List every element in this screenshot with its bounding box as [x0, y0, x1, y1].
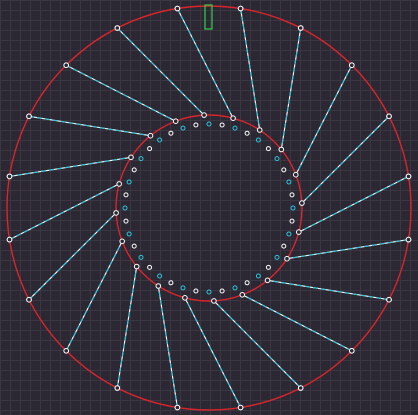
inner-dot[interactable]	[265, 146, 271, 152]
inner-dot[interactable]	[157, 273, 163, 279]
inner-endpoint-handle[interactable]	[155, 283, 162, 289]
inner-endpoint-handle[interactable]	[284, 255, 290, 262]
inner-dot[interactable]	[232, 285, 238, 291]
inner-dot[interactable]	[147, 146, 153, 152]
inner-endpoint-handle[interactable]	[230, 115, 236, 121]
inner-endpoint-handle[interactable]	[119, 238, 125, 245]
outer-endpoint-handle[interactable]	[405, 173, 412, 180]
inner-dot[interactable]	[219, 122, 225, 128]
inner-dot[interactable]	[274, 254, 280, 260]
inner-dot[interactable]	[290, 205, 296, 211]
inner-dot[interactable]	[126, 179, 132, 185]
inner-dot[interactable]	[147, 264, 153, 270]
link-lines	[9, 8, 409, 408]
inner-endpoint-handle[interactable]	[182, 295, 188, 301]
inner-dot[interactable]	[265, 264, 271, 270]
inner-dot[interactable]	[281, 167, 287, 173]
inner-endpoint-handle[interactable]	[147, 132, 154, 139]
inner-endpoint-handle[interactable]	[133, 263, 140, 270]
outer-endpoint-handle[interactable]	[26, 296, 32, 303]
inner-dot[interactable]	[244, 130, 250, 136]
inner-dot[interactable]	[122, 205, 128, 211]
inner-endpoint-handle[interactable]	[278, 146, 285, 153]
outer-endpoint-handle[interactable]	[63, 62, 69, 68]
inner-dot[interactable]	[180, 125, 186, 131]
inner-dot[interactable]	[157, 137, 163, 143]
inner-dot[interactable]	[131, 167, 137, 173]
outer-endpoint-handle[interactable]	[114, 25, 121, 31]
inner-endpoint-handle[interactable]	[116, 181, 122, 187]
inner-dot[interactable]	[281, 243, 287, 249]
inner-dot[interactable]	[168, 280, 174, 286]
inner-dot[interactable]	[168, 130, 174, 136]
inner-dot[interactable]	[286, 179, 292, 185]
inner-dot[interactable]	[244, 280, 250, 286]
outer-endpoint-handle[interactable]	[6, 173, 13, 180]
outer-endpoint-handle[interactable]	[349, 348, 355, 354]
inner-endpoint-handle[interactable]	[113, 210, 119, 216]
cad-viewport[interactable]	[0, 0, 418, 415]
inner-dot[interactable]	[219, 288, 225, 294]
outer-endpoint-handle[interactable]	[174, 404, 181, 411]
inner-dot[interactable]	[123, 192, 129, 198]
inner-dot[interactable]	[206, 289, 212, 295]
inner-dot[interactable]	[206, 121, 212, 127]
outer-endpoint-handle[interactable]	[174, 5, 181, 12]
ring-drawing[interactable]	[0, 0, 418, 415]
outer-endpoint-handle[interactable]	[6, 236, 13, 243]
inner-dot[interactable]	[131, 243, 137, 249]
outer-endpoint-handle[interactable]	[297, 385, 304, 391]
outer-endpoint-handle[interactable]	[237, 5, 244, 12]
inner-dot[interactable]	[123, 218, 129, 224]
outer-endpoint-handle[interactable]	[63, 348, 69, 354]
inner-dot[interactable]	[274, 156, 280, 162]
inner-endpoint-handle[interactable]	[299, 200, 305, 206]
outer-endpoint-handle[interactable]	[237, 404, 244, 411]
inner-endpoint-handle[interactable]	[172, 118, 179, 124]
inner-endpoint-handle[interactable]	[201, 112, 207, 118]
inner-dots	[122, 121, 296, 295]
inner-endpoint-handle[interactable]	[128, 154, 134, 161]
inner-dot[interactable]	[286, 231, 292, 237]
inner-endpoint-handle[interactable]	[211, 298, 217, 304]
endpoint-handles	[6, 5, 412, 411]
outer-endpoint-handle[interactable]	[297, 25, 304, 31]
inner-endpoint-handle[interactable]	[239, 292, 246, 298]
inner-dot[interactable]	[126, 231, 132, 237]
outer-endpoint-handle[interactable]	[386, 296, 392, 303]
outer-endpoint-handle[interactable]	[349, 62, 355, 68]
inner-dot[interactable]	[138, 156, 144, 162]
selection-marker[interactable]	[204, 4, 213, 30]
inner-dot[interactable]	[193, 288, 199, 294]
inner-dot[interactable]	[180, 285, 186, 291]
inner-endpoint-handle[interactable]	[293, 171, 299, 178]
inner-endpoint-handle[interactable]	[264, 277, 271, 284]
inner-dot[interactable]	[193, 122, 199, 128]
inner-endpoint-handle[interactable]	[296, 229, 302, 235]
inner-dot[interactable]	[255, 273, 261, 279]
inner-circle[interactable]	[115, 114, 303, 302]
inner-dot[interactable]	[289, 192, 295, 198]
outer-endpoint-handle[interactable]	[405, 236, 412, 243]
inner-dot[interactable]	[232, 125, 238, 131]
inner-dot[interactable]	[138, 254, 144, 260]
outer-endpoint-handle[interactable]	[386, 113, 392, 120]
inner-dot[interactable]	[255, 137, 261, 143]
outer-endpoint-handle[interactable]	[26, 113, 32, 120]
inner-endpoint-handle[interactable]	[256, 127, 263, 133]
outer-endpoint-handle[interactable]	[114, 385, 121, 391]
inner-dot[interactable]	[289, 218, 295, 224]
